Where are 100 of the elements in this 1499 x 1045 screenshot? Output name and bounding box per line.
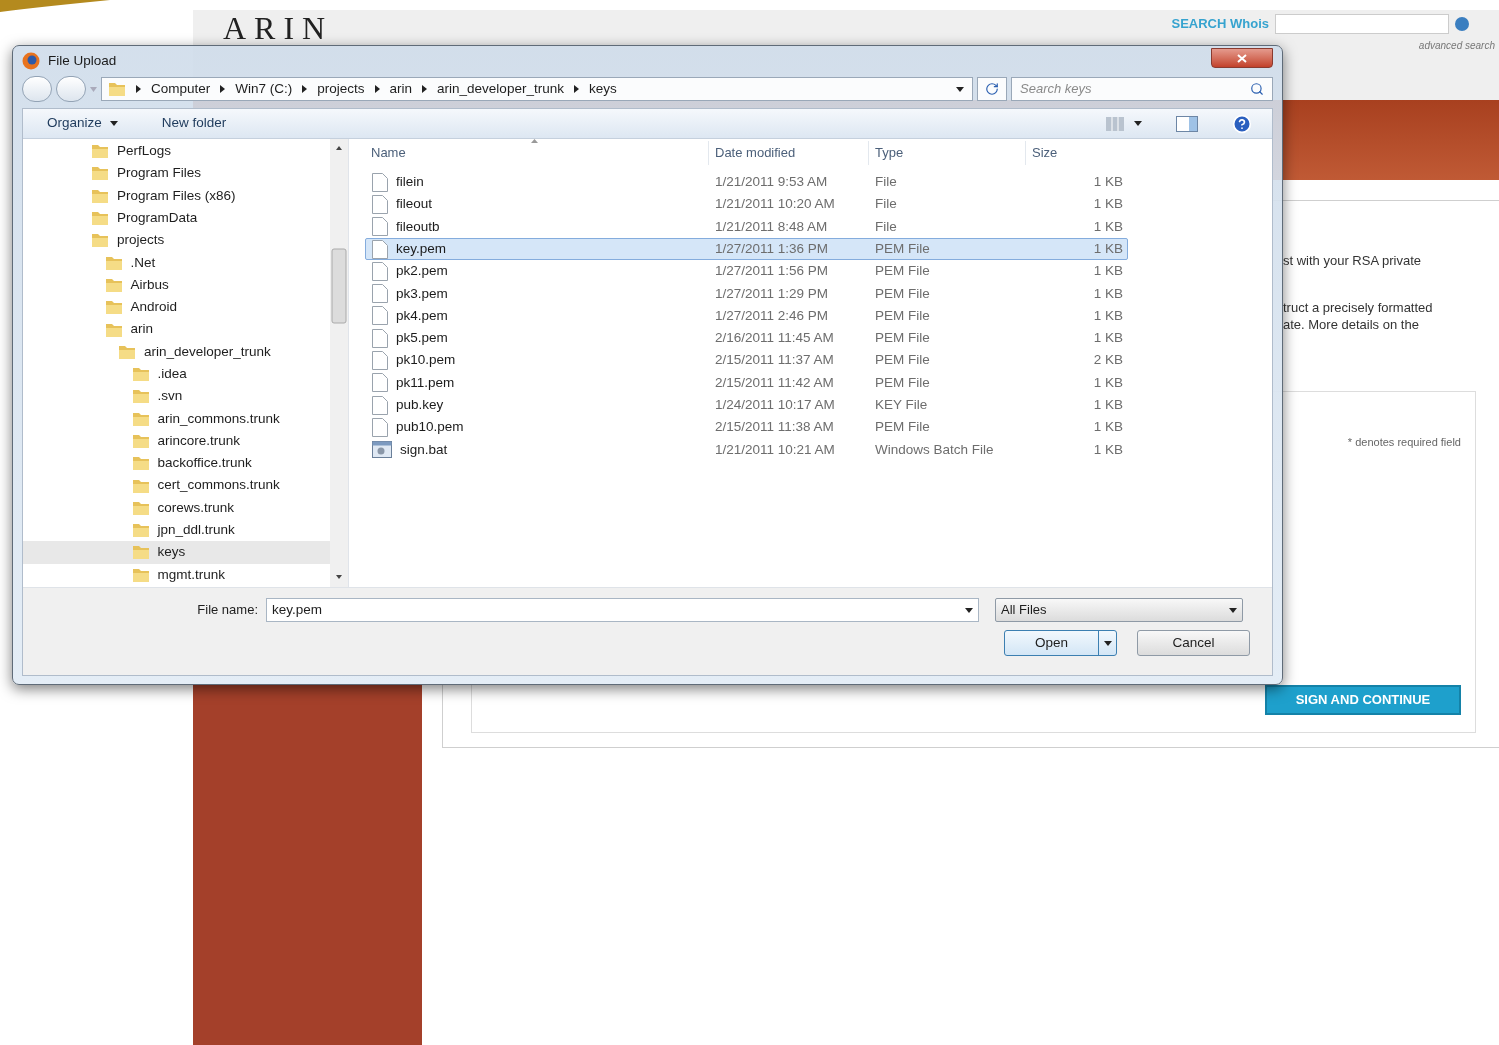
file-date: 2/15/2011 11:38 AM — [714, 418, 835, 437]
folder-icon — [91, 232, 109, 249]
folder-tree-item[interactable]: corews.trunk — [23, 496, 330, 520]
file-size: 1 KB — [1092, 173, 1124, 191]
toolbar-button[interactable]: Organize — [47, 113, 118, 134]
file-date: 2/15/2011 11:42 AM — [714, 373, 835, 392]
address-bar[interactable]: Computer Win7 (C:) projects arin arin_developer_trunk keys — [101, 77, 973, 101]
folder-tree-item[interactable]: backoffice.trunk — [23, 452, 330, 475]
file-row[interactable]: pk5.pem 2/16/2011 11:45 AM PEM File 1 KB — [365, 327, 1128, 350]
chevron-icon — [422, 85, 428, 93]
folder-tree-item[interactable]: .svn — [23, 385, 330, 408]
folder-name: backoffice.trunk — [157, 454, 252, 473]
preview-pane-icon[interactable] — [1176, 115, 1198, 132]
view-options-icon[interactable] — [1106, 116, 1124, 131]
file-row[interactable]: pk10.pem 2/15/2011 11:37 AM PEM File 2 KB — [365, 349, 1128, 372]
chevron-icon — [220, 85, 226, 93]
file-row[interactable]: filein 1/21/2011 9:53 AM File 1 KB — [365, 171, 1128, 194]
document-icon — [372, 217, 388, 237]
refresh-button[interactable] — [977, 77, 1007, 101]
breadcrumb-item[interactable]: Win7 (C:) — [235, 78, 293, 100]
column-header[interactable]: Size — [1025, 141, 1128, 165]
folder-tree-item[interactable]: projects — [23, 229, 330, 252]
folder-tree-item[interactable]: arin_developer_trunk — [23, 340, 330, 363]
close-button[interactable] — [1211, 48, 1273, 68]
breadcrumb-item[interactable]: arin — [389, 78, 413, 100]
folder-icon — [131, 522, 150, 539]
breadcrumb-item[interactable]: projects — [317, 78, 365, 100]
folder-icon — [131, 410, 150, 427]
file-type: Windows Batch File — [874, 440, 995, 459]
folder-tree-item[interactable]: Android — [23, 296, 330, 319]
breadcrumb-item[interactable]: keys — [588, 78, 617, 100]
open-button[interactable]: Open — [1004, 630, 1117, 656]
folder-tree-item[interactable]: .idea — [23, 362, 330, 386]
help-icon[interactable] — [1232, 113, 1252, 134]
advanced-search-link[interactable]: advanced search — [1418, 38, 1495, 53]
file-date: 1/27/2011 2:46 PM — [714, 306, 830, 325]
folder-icon — [91, 210, 109, 227]
search-label: SEARCH Whois — [1171, 15, 1269, 34]
file-type: PEM File — [874, 351, 931, 370]
document-icon — [372, 417, 388, 437]
file-name: fileoutb — [396, 217, 440, 236]
forward-button[interactable] — [56, 76, 86, 102]
breadcrumb-item[interactable]: Computer — [151, 78, 211, 100]
file-date: 1/21/2011 10:21 AM — [714, 440, 836, 459]
file-date: 1/21/2011 8:48 AM — [714, 217, 829, 236]
folder-icon — [131, 477, 150, 494]
file-name: fileout — [396, 195, 433, 214]
close-icon — [1237, 53, 1247, 63]
file-name: pk10.pem — [396, 351, 456, 370]
folder-tree-item[interactable]: keys — [23, 541, 330, 564]
folder-tree-item[interactable]: arin_commons.trunk — [23, 407, 330, 430]
column-header[interactable]: Date modified — [708, 141, 868, 165]
folder-icon — [131, 433, 150, 449]
file-date: 1/24/2011 10:17 AM — [714, 396, 836, 414]
file-name: pub.key — [396, 396, 444, 414]
folder-tree-item[interactable]: arincore.trunk — [23, 429, 330, 453]
file-type: PEM File — [874, 329, 931, 348]
folder-tree-item[interactable]: jpn_ddl.trunk — [23, 519, 330, 542]
file-row[interactable]: pk11.pem 2/15/2011 11:42 AM PEM File 1 KB — [365, 371, 1128, 394]
folder-tree-item[interactable]: Program Files — [23, 162, 330, 185]
file-row[interactable]: pub.key 1/24/2011 10:17 AM KEY File 1 KB — [365, 393, 1128, 417]
site-logo: ARIN — [223, 12, 334, 44]
search-field[interactable]: Search keys — [1011, 77, 1273, 101]
document-icon — [372, 395, 388, 415]
file-row[interactable]: pk3.pem 1/27/2011 1:29 PM PEM File 1 KB — [365, 282, 1128, 305]
folder-tree-item[interactable]: Airbus — [23, 273, 330, 297]
toolbar-button[interactable]: New folder — [161, 113, 227, 134]
folder-tree-item[interactable]: mgmt.trunk — [23, 563, 330, 586]
tree-scrollbar-drawing[interactable] — [330, 139, 348, 587]
file-name: pk11.pem — [396, 373, 455, 392]
whois-search-field[interactable] — [1275, 14, 1449, 34]
address-dropdown-icon — [956, 86, 964, 92]
folder-tree-item[interactable]: ProgramData — [23, 206, 330, 230]
search-input[interactable]: Search keys — [1020, 79, 1250, 99]
file-type-select[interactable]: All Files — [995, 598, 1243, 622]
folder-tree-item[interactable]: arin — [23, 318, 330, 341]
file-row[interactable]: pk4.pem 1/27/2011 2:46 PM PEM File 1 KB — [365, 304, 1128, 328]
folder-icon — [91, 165, 109, 182]
file-name: pk3.pem — [396, 284, 448, 303]
breadcrumb-item[interactable]: arin_developer_trunk — [437, 78, 564, 100]
history-caret-icon[interactable] — [90, 86, 97, 92]
file-row[interactable]: fileout 1/21/2011 10:20 AM File 1 KB — [365, 193, 1128, 216]
chevron-icon — [302, 85, 308, 93]
file-row[interactable]: pub10.pem 2/15/2011 11:38 AM PEM File 1 KB — [365, 416, 1128, 439]
back-button[interactable] — [22, 76, 52, 102]
file-row[interactable]: key.pem 1/27/2011 1:36 PM PEM File 1 KB — [365, 237, 1128, 261]
folder-tree-item[interactable]: PerfLogs — [23, 140, 330, 163]
folder-tree-item[interactable]: .Net — [23, 251, 330, 274]
file-row[interactable]: sign.bat 1/21/2011 10:21 AM Windows Batch File 1 KB — [365, 438, 1128, 461]
folder-icon — [131, 566, 150, 583]
chevron-icon — [136, 85, 141, 93]
folder-tree-item[interactable]: Program Files (x86) — [23, 184, 330, 207]
file-row[interactable]: fileoutb 1/21/2011 8:48 AM File 1 KB — [365, 215, 1128, 238]
cancel-button[interactable]: Cancel — [1137, 630, 1250, 656]
file-date: 1/21/2011 9:53 AM — [714, 173, 829, 191]
column-header[interactable]: Type — [868, 141, 1025, 165]
go-icon[interactable] — [1455, 17, 1469, 31]
column-header[interactable]: Name — [365, 141, 708, 165]
folder-tree-item[interactable]: cert_commons.trunk — [23, 474, 330, 497]
file-row[interactable]: pk2.pem 1/27/2011 1:56 PM PEM File 1 KB — [365, 260, 1128, 283]
